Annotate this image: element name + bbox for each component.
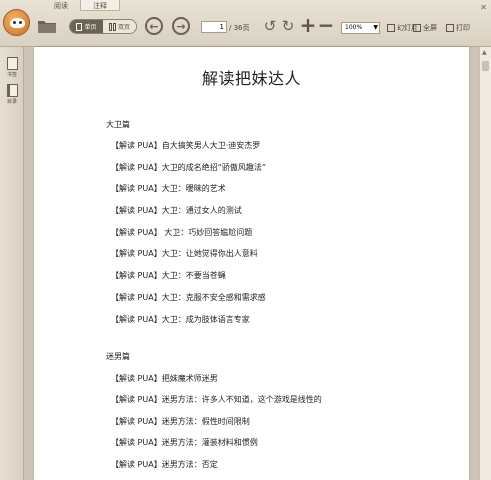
scroll-up-icon[interactable]: ▲: [482, 49, 487, 56]
rotate-left-icon[interactable]: ↺: [262, 17, 278, 35]
menu-tabs: 阅读 注释: [42, 0, 120, 12]
list-item: 【解读 PUA】迷男方法：灌装材料和惯例: [111, 438, 258, 447]
close-icon[interactable]: ✕: [480, 3, 487, 12]
list-item: 【解读 PUA】大卫：暧昧的艺术: [111, 184, 226, 193]
toolbar: 阅读 注释 单页 双页 ← → 1 / 36页 ↺ ↻ + − 100% ▼ 幻…: [0, 0, 491, 47]
page-total: / 36页: [229, 24, 250, 32]
back-icon[interactable]: ←: [145, 17, 163, 35]
list-item: 【解读 PUA】大卫：让她觉得你出人意料: [111, 249, 258, 258]
list-item: 【解读 PUA】迷男方法：假性时间限制: [111, 417, 250, 426]
section-heading: 大卫篇: [106, 120, 130, 129]
list-item: 【解读 PUA】迷男方法：许多人不知道，这个游戏是线性的: [111, 395, 322, 404]
double-page-button[interactable]: 双页: [103, 20, 136, 33]
list-item: 【解读 PUA】自大搞笑男人大卫·迪安杰罗: [111, 141, 261, 150]
bookmark-icon: [6, 57, 18, 70]
sidebar-item-toc[interactable]: 目录: [3, 84, 21, 105]
slideshow-icon: [387, 24, 395, 32]
fullscreen-icon: [413, 24, 421, 32]
single-page-button[interactable]: 单页: [70, 20, 103, 33]
list-item: 【解读 PUA】大卫：成为肢体语言专家: [111, 315, 250, 324]
page-title: 解读把妹达人: [201, 69, 301, 88]
single-page-icon: [76, 22, 83, 31]
toc-icon: [6, 84, 18, 97]
sidebar-item-label: 目录: [6, 99, 17, 105]
fullscreen-button[interactable]: 全屏: [413, 22, 437, 34]
double-page-icon: [108, 22, 116, 31]
zoom-out-icon[interactable]: −: [318, 13, 335, 37]
document-page: 解读把妹达人 大卫篇 【解读 PUA】自大搞笑男人大卫·迪安杰罗 【解读 PUA…: [34, 47, 469, 480]
page-number-input[interactable]: 1: [201, 21, 227, 33]
sidebar: 书签 目录: [0, 47, 24, 480]
rotate-right-icon[interactable]: ↻: [280, 17, 296, 35]
forward-icon[interactable]: →: [172, 17, 190, 35]
zoom-select[interactable]: 100% ▼: [341, 22, 380, 34]
sidebar-item-bookmark[interactable]: 书签: [3, 57, 21, 78]
single-page-label: 单页: [84, 24, 97, 31]
print-button[interactable]: 打印: [446, 22, 470, 34]
sidebar-item-label: 书签: [6, 72, 17, 78]
section-heading: 迷男篇: [106, 352, 130, 361]
folder-icon[interactable]: [37, 18, 57, 34]
view-mode-toggle: 单页 双页: [69, 19, 137, 34]
list-item: 【解读 PUA】迷男方法：否定: [111, 460, 218, 469]
list-item: 【解读 PUA】大卫：克服不安全感和需求感: [111, 293, 266, 302]
fullscreen-label: 全屏: [423, 24, 437, 32]
list-item: 【解读 PUA】 大卫：巧妙回答尴尬问题: [111, 228, 253, 237]
app-logo-icon[interactable]: [3, 9, 30, 36]
tab-read[interactable]: 阅读: [42, 0, 80, 11]
double-page-label: 双页: [117, 24, 130, 31]
scroll-thumb[interactable]: [482, 61, 489, 71]
list-item: 【解读 PUA】大卫的成名绝招“骄傲风趣法”: [111, 163, 266, 172]
document-viewer: 解读把妹达人 大卫篇 【解读 PUA】自大搞笑男人大卫·迪安杰罗 【解读 PUA…: [24, 47, 479, 480]
list-item: 【解读 PUA】把妹魔术师迷男: [111, 374, 218, 383]
list-item: 【解读 PUA】大卫：通过女人的测试: [111, 206, 242, 215]
tab-annotate[interactable]: 注释: [80, 0, 120, 11]
vertical-scrollbar[interactable]: ▲: [479, 47, 491, 480]
chevron-down-icon: ▼: [373, 24, 378, 31]
zoom-in-icon[interactable]: +: [300, 13, 317, 37]
print-label: 打印: [456, 24, 470, 32]
zoom-value: 100%: [345, 24, 363, 31]
print-icon: [446, 24, 454, 32]
list-item: 【解读 PUA】大卫：不要当苍蝇: [111, 271, 226, 280]
